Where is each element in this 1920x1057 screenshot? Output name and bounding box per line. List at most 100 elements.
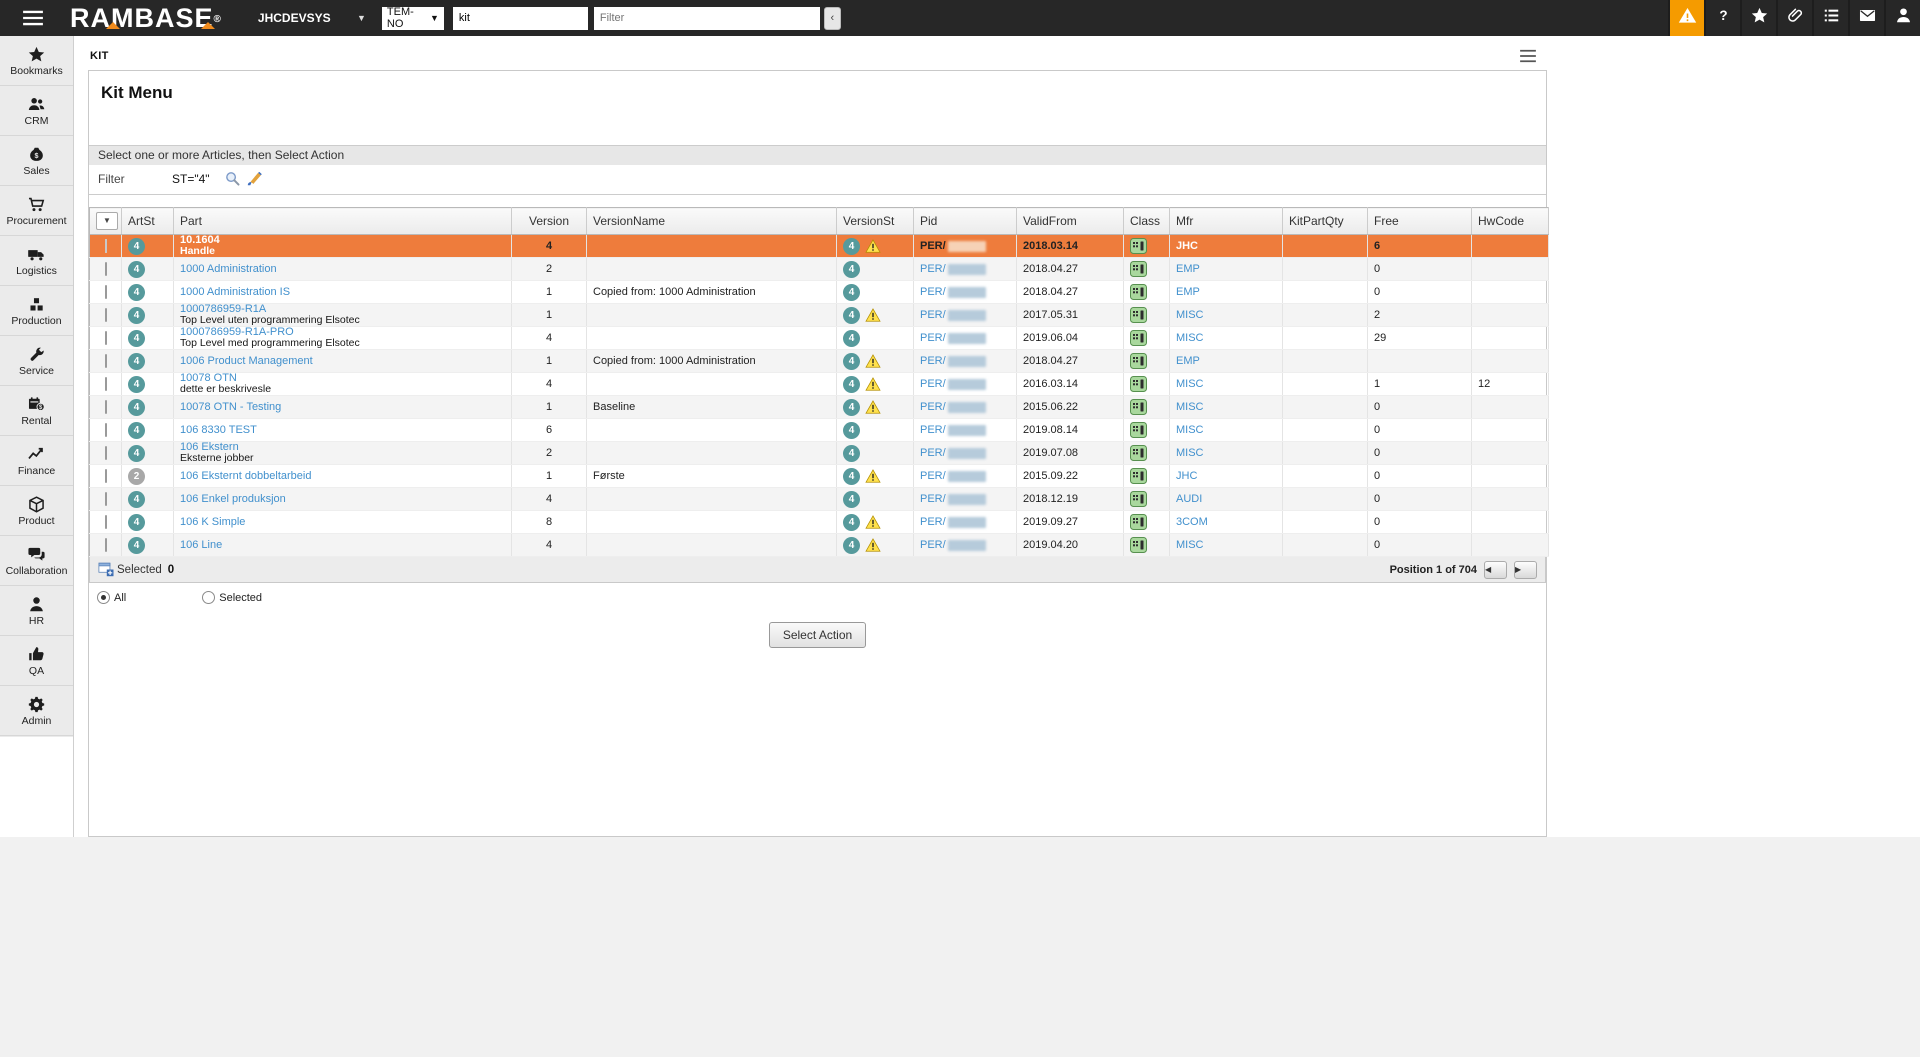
part-link[interactable]: 10.1604 xyxy=(180,235,505,246)
filter-value[interactable]: ST="4" xyxy=(172,172,210,186)
pid-link[interactable]: PER/ xyxy=(920,447,946,459)
table-row[interactable]: 4106 Line44PER/2019.04.20MISC0 xyxy=(90,534,1549,557)
sidebar-item-product[interactable]: Product xyxy=(0,486,73,536)
row-checkbox[interactable] xyxy=(105,285,107,299)
row-checkbox[interactable] xyxy=(105,331,107,345)
row-checkbox[interactable] xyxy=(105,354,107,368)
user-button[interactable] xyxy=(1884,0,1920,36)
mfr-link[interactable]: MISC xyxy=(1176,447,1204,459)
sidebar-item-crm[interactable]: CRM xyxy=(0,86,73,136)
pid-link[interactable]: PER/ xyxy=(920,470,946,482)
sidebar-item-logistics[interactable]: Logistics xyxy=(0,236,73,286)
row-checkbox[interactable] xyxy=(105,492,107,506)
mfr-link[interactable]: MISC xyxy=(1176,332,1204,344)
part-link[interactable]: 106 Line xyxy=(180,540,505,551)
row-checkbox[interactable] xyxy=(105,377,107,391)
pid-link[interactable]: PER/ xyxy=(920,378,946,390)
column-header-hwcode[interactable]: HwCode xyxy=(1472,208,1549,235)
pid-link[interactable]: PER/ xyxy=(920,263,946,275)
mfr-link[interactable]: EMP xyxy=(1176,263,1200,275)
sidebar-item-production[interactable]: Production xyxy=(0,286,73,336)
column-header-free[interactable]: Free xyxy=(1368,208,1472,235)
mfr-link[interactable]: MISC xyxy=(1176,309,1204,321)
column-header-versionst[interactable]: VersionSt xyxy=(837,208,914,235)
table-row[interactable]: 410.1604Handle44PER/2018.03.14JHC6 xyxy=(90,235,1549,258)
pid-link[interactable]: PER/ xyxy=(920,332,946,344)
column-header-part[interactable]: Part xyxy=(174,208,512,235)
table-row[interactable]: 2106 Eksternt dobbeltarbeid1Første4PER/2… xyxy=(90,465,1549,488)
column-header-mfr[interactable]: Mfr xyxy=(1170,208,1283,235)
sidebar-item-procurement[interactable]: Procurement xyxy=(0,186,73,236)
part-link[interactable]: 106 Eksternt dobbeltarbeid xyxy=(180,471,505,482)
row-checkbox[interactable] xyxy=(105,400,107,414)
list-button[interactable] xyxy=(1812,0,1848,36)
sidebar-item-admin[interactable]: Admin xyxy=(0,686,73,736)
pid-link[interactable]: PER/ xyxy=(920,355,946,367)
sidebar-item-bookmarks[interactable]: Bookmarks xyxy=(0,36,73,86)
column-header-validfrom[interactable]: ValidFrom xyxy=(1017,208,1124,235)
collapse-search-button[interactable]: ‹ xyxy=(824,7,841,30)
part-link[interactable]: 106 8330 TEST xyxy=(180,425,505,436)
mail-button[interactable] xyxy=(1848,0,1884,36)
pid-link[interactable]: PER/ xyxy=(920,286,946,298)
select-action-button[interactable]: Select Action xyxy=(769,622,866,648)
page-next-button[interactable]: ▶ xyxy=(1514,561,1537,579)
row-checkbox[interactable] xyxy=(105,262,107,276)
sidebar-item-hr[interactable]: HR xyxy=(0,586,73,636)
table-row[interactable]: 4106 K Simple84PER/2019.09.273COM0 xyxy=(90,511,1549,534)
select-all-dropdown-button[interactable]: ▼ xyxy=(96,212,118,230)
sidebar-item-service[interactable]: Service xyxy=(0,336,73,386)
system-select[interactable]: JHCDEVSYS ▼ xyxy=(258,11,366,25)
table-row[interactable]: 41006 Product Management1Copied from: 10… xyxy=(90,350,1549,373)
mfr-link[interactable]: AUDI xyxy=(1176,493,1202,505)
part-link[interactable]: 10078 OTN - Testing xyxy=(180,402,505,413)
panel-menu-icon[interactable] xyxy=(1519,49,1537,63)
table-row[interactable]: 4106 Enkel produksjon44PER/2018.12.19AUD… xyxy=(90,488,1549,511)
mfr-link[interactable]: MISC xyxy=(1176,539,1204,551)
attachment-button[interactable] xyxy=(1776,0,1812,36)
column-header-kitpartqty[interactable]: KitPartQty xyxy=(1283,208,1368,235)
mfr-link[interactable]: EMP xyxy=(1176,355,1200,367)
mfr-link[interactable]: MISC xyxy=(1176,401,1204,413)
mfr-link[interactable]: JHC xyxy=(1176,240,1198,252)
table-row[interactable]: 41000786959-R1ATop Level uten programmer… xyxy=(90,304,1549,327)
program-search-input[interactable] xyxy=(453,7,588,30)
radio-selected[interactable]: Selected xyxy=(202,591,262,604)
part-link[interactable]: 106 K Simple xyxy=(180,517,505,528)
table-row[interactable]: 4106 EksternEksterne jobber24PER/2019.07… xyxy=(90,442,1549,465)
mfr-link[interactable]: JHC xyxy=(1176,470,1197,482)
mfr-link[interactable]: MISC xyxy=(1176,424,1204,436)
column-header-artst[interactable]: ArtSt xyxy=(122,208,174,235)
pid-link[interactable]: PER/ xyxy=(920,401,946,413)
table-row[interactable]: 410078 OTNdette er beskrivesle44PER/2016… xyxy=(90,373,1549,396)
table-row[interactable]: 4106 8330 TEST64PER/2019.08.14MISC0 xyxy=(90,419,1549,442)
module-select[interactable]: TEM-NO ▼ xyxy=(382,7,444,30)
row-checkbox[interactable] xyxy=(105,515,107,529)
hamburger-menu-icon[interactable] xyxy=(22,9,44,27)
table-row[interactable]: 41000 Administration IS1Copied from: 100… xyxy=(90,281,1549,304)
row-checkbox[interactable] xyxy=(105,308,107,322)
part-link[interactable]: 1006 Product Management xyxy=(180,356,505,367)
tab-kit[interactable]: KIT xyxy=(90,50,109,62)
mfr-link[interactable]: 3COM xyxy=(1176,516,1208,528)
sidebar-item-collaboration[interactable]: Collaboration xyxy=(0,536,73,586)
sidebar-item-rental[interactable]: $Rental xyxy=(0,386,73,436)
pid-link[interactable]: PER/ xyxy=(920,493,946,505)
star-button[interactable] xyxy=(1740,0,1776,36)
sidebar-item-qa[interactable]: QA xyxy=(0,636,73,686)
column-header-versionname[interactable]: VersionName xyxy=(587,208,837,235)
mfr-link[interactable]: EMP xyxy=(1176,286,1200,298)
pid-link[interactable]: PER/ xyxy=(920,424,946,436)
pid-link[interactable]: PER/ xyxy=(920,240,946,252)
row-checkbox[interactable] xyxy=(105,469,107,483)
column-header-class[interactable]: Class xyxy=(1124,208,1170,235)
part-link[interactable]: 1000 Administration xyxy=(180,264,505,275)
table-row[interactable]: 41000 Administration24PER/2018.04.27EMP0 xyxy=(90,258,1549,281)
column-header-version[interactable]: Version xyxy=(512,208,587,235)
table-row[interactable]: 410078 OTN - Testing1Baseline4PER/2015.0… xyxy=(90,396,1549,419)
pid-link[interactable]: PER/ xyxy=(920,539,946,551)
row-checkbox[interactable] xyxy=(105,423,107,437)
sidebar-item-sales[interactable]: $Sales xyxy=(0,136,73,186)
sidebar-item-finance[interactable]: Finance xyxy=(0,436,73,486)
global-filter-input[interactable] xyxy=(594,7,820,30)
